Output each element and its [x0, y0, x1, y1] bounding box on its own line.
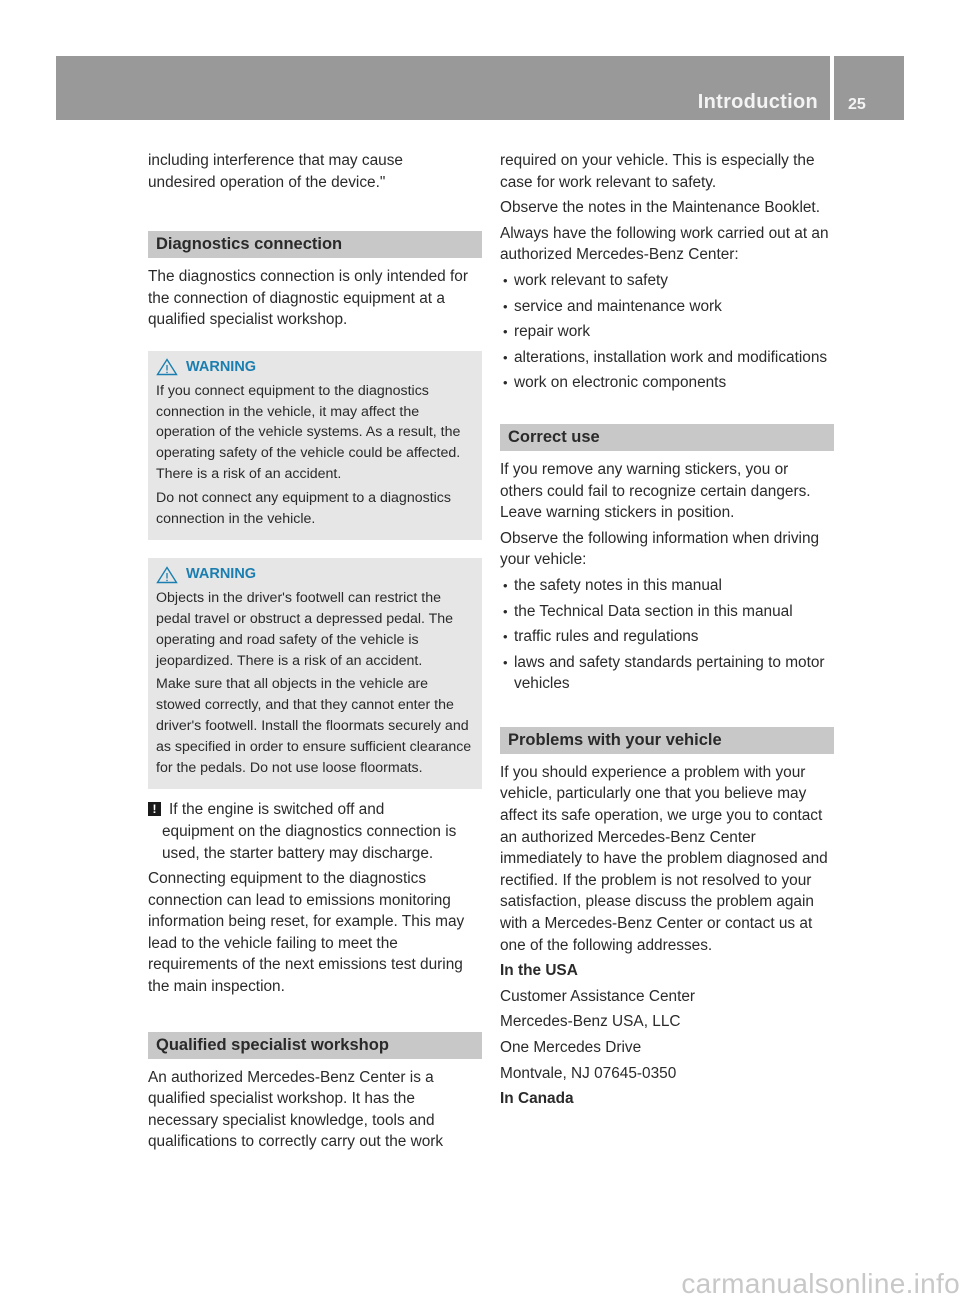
- exclamation-note-icon: !: [148, 802, 161, 817]
- list-item: work relevant to safety: [500, 270, 834, 292]
- list-item: the safety notes in this manual: [500, 575, 834, 597]
- correct-use-p2: Observe the following information when d…: [500, 529, 820, 569]
- work-list: work relevant to safety service and main…: [500, 270, 834, 394]
- continued-text: required on your vehicle. This is especi…: [500, 152, 815, 191]
- section-heading-correct-use: Correct use: [500, 423, 834, 451]
- address-line: One Mercedes Drive: [500, 1039, 642, 1056]
- note-first-line: If the engine is switched off and: [169, 801, 385, 819]
- chapter-header-bar: Introduction: [56, 56, 830, 120]
- problems-body: If you should experience a problem with …: [500, 763, 828, 954]
- watermark: carmanualsonline.info: [681, 1268, 960, 1299]
- intro-line-1: including interference that may cause: [148, 152, 403, 169]
- canada-label: In Canada: [500, 1090, 574, 1108]
- warning-header: WARNING: [156, 357, 474, 378]
- warning-instruction: Do not connect any equipment to a diagno…: [156, 489, 451, 527]
- diagnostics-body: The diagnostics connection is only inten…: [148, 268, 468, 329]
- warning-box-2: WARNING Objects in the driver's footwell…: [148, 558, 482, 790]
- address-line: Mercedes-Benz USA, LLC: [500, 1013, 681, 1031]
- warning-box-1: WARNING If you connect equipment to the …: [148, 350, 482, 541]
- left-column: including interference that may cause un…: [148, 150, 482, 1157]
- usa-label: In the USA: [500, 962, 578, 980]
- warning-label: WARNING: [186, 566, 257, 583]
- section-heading-workshop: Qualified specialist workshop: [148, 1031, 482, 1059]
- note-continuation: equipment on the diagnostics connection …: [162, 822, 457, 862]
- list-item: repair work: [500, 321, 834, 343]
- diagnostics-emissions-text: Connecting equipment to the diagnostics …: [148, 870, 465, 996]
- correct-use-list: the safety notes in this manual the Tech…: [500, 575, 834, 695]
- list-item: service and maintenance work: [500, 296, 834, 318]
- warning-text: Objects in the driver's footwell can res…: [156, 590, 454, 669]
- list-item: traffic rules and regulations: [500, 626, 834, 648]
- workshop-body: An authorized Mercedes-Benz Center is a …: [148, 1068, 444, 1151]
- list-item: work on electronic components: [500, 372, 834, 394]
- chapter-title: Introduction: [697, 91, 818, 113]
- page-number: 25: [848, 96, 866, 113]
- intro-line-2: undesired operation of the device.": [148, 173, 386, 191]
- warning-header: WARNING: [156, 564, 474, 585]
- section-heading-problems: Problems with your vehicle: [500, 726, 834, 754]
- maintenance-note: Observe the notes in the Maintenance Boo…: [500, 199, 820, 217]
- address-line: Montvale, NJ 07645-0350: [500, 1064, 677, 1082]
- warning-text: If you connect equipment to the diagnost…: [156, 382, 461, 482]
- always-text: Always have the following work carried o…: [500, 224, 829, 264]
- warning-instruction: Make sure that all objects in the vehicl…: [156, 676, 472, 776]
- right-column: required on your vehicle. This is especi…: [500, 150, 834, 1114]
- page-number-box: 25: [834, 56, 904, 120]
- warning-triangle-icon: [156, 565, 178, 583]
- warning-label: WARNING: [186, 358, 257, 375]
- list-item: laws and safety standards pertaining to …: [500, 652, 834, 695]
- correct-use-p1: If you remove any warning stickers, you …: [500, 460, 811, 522]
- address-line: Customer Assistance Center: [500, 987, 696, 1005]
- warning-triangle-icon: [156, 358, 178, 376]
- list-item: the Technical Data section in this manua…: [500, 601, 834, 623]
- list-item: alterations, installation work and modif…: [500, 347, 834, 369]
- section-heading-diagnostics: Diagnostics connection: [148, 231, 482, 259]
- battery-note: ! If the engine is switched off and equi…: [148, 799, 482, 864]
